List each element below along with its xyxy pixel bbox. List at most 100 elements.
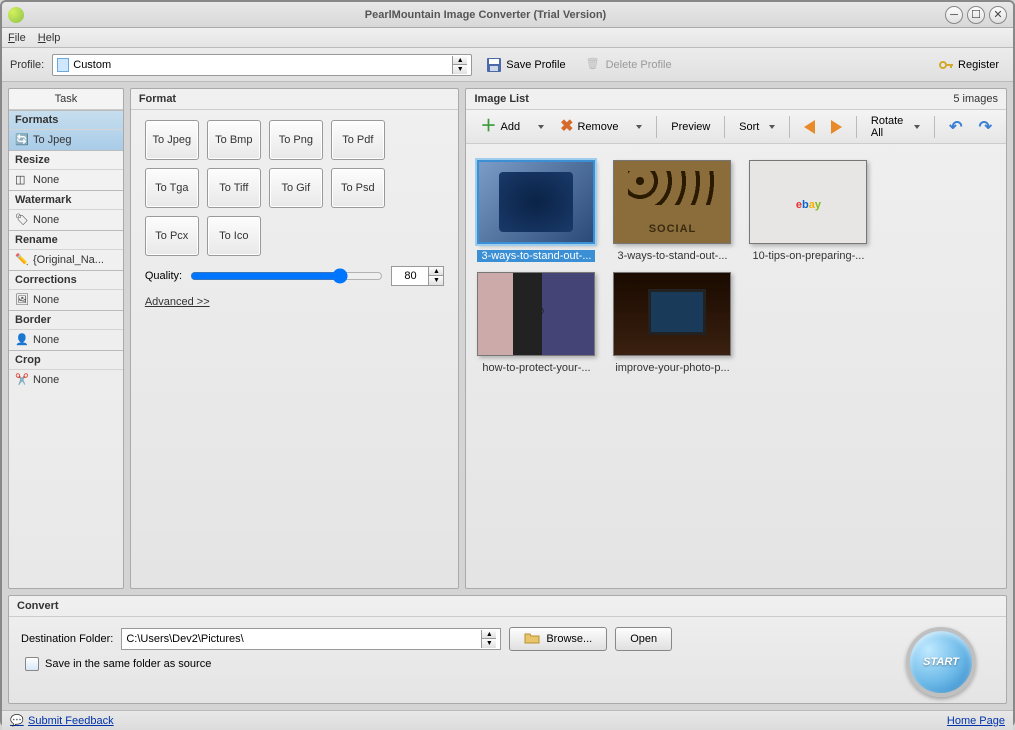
close-button[interactable]: ✕ (989, 6, 1007, 24)
feedback-label: Submit Feedback (28, 715, 114, 727)
window-title: PearlMountain Image Converter (Trial Ver… (30, 9, 941, 21)
task-icon: 🖼 (15, 293, 29, 307)
save-icon (486, 57, 502, 73)
register-button[interactable]: Register (932, 54, 1005, 76)
quality-slider[interactable] (190, 268, 383, 284)
feedback-icon: 💬 (10, 714, 24, 728)
rotate-left-icon: ↶ (949, 117, 962, 137)
preview-label: Preview (671, 121, 710, 133)
quality-input[interactable] (392, 267, 428, 285)
chevron-down-icon (636, 125, 642, 129)
delete-profile-label: Delete Profile (606, 59, 672, 71)
format-button-to-jpeg[interactable]: To Jpeg (145, 120, 199, 160)
save-profile-button[interactable]: Save Profile (480, 54, 571, 76)
format-button-to-pcx[interactable]: To Pcx (145, 216, 199, 256)
task-title: Task (9, 89, 123, 110)
title-bar: PearlMountain Image Converter (Trial Ver… (2, 2, 1013, 28)
format-button-to-pdf[interactable]: To Pdf (331, 120, 385, 160)
browse-label: Browse... (546, 633, 592, 645)
task-section-crop[interactable]: Crop ✂️None (9, 350, 123, 390)
home-page-link[interactable]: Home Page (947, 715, 1005, 727)
menu-bar: File Help (2, 28, 1013, 48)
task-icon: 🔄 (15, 133, 29, 147)
profile-down[interactable]: ▼ (453, 65, 467, 74)
profile-up[interactable]: ▲ (453, 56, 467, 65)
thumbnail-grid: 3-ways-to-stand-out-... 3-ways-to-stand-… (476, 160, 996, 374)
task-section-formats[interactable]: Formats 🔄To Jpeg (9, 110, 123, 150)
quality-up[interactable]: ▲ (429, 267, 443, 276)
convert-title: Convert (9, 596, 1006, 617)
thumbnail-label: 3-ways-to-stand-out-... (477, 250, 595, 262)
dest-up[interactable]: ▲ (482, 630, 496, 639)
add-label: Add (501, 121, 521, 133)
task-section-border[interactable]: Border 👤None (9, 310, 123, 350)
destination-value: C:\Users\Dev2\Pictures\ (126, 633, 243, 645)
format-button-to-psd[interactable]: To Psd (331, 168, 385, 208)
format-button-to-png[interactable]: To Png (269, 120, 323, 160)
task-icon: 👤 (15, 333, 29, 347)
profile-select[interactable]: Custom ▲▼ (52, 54, 472, 76)
destination-input[interactable]: C:\Users\Dev2\Pictures\ ▲▼ (121, 628, 501, 650)
image-list-panel: Image List 5 images ＋Add ✖Remove Preview… (465, 88, 1007, 589)
browse-button[interactable]: Browse... (509, 627, 607, 651)
profile-toolbar: Profile: Custom ▲▼ Save Profile 🗑 Delete… (2, 48, 1013, 82)
x-icon: ✖ (560, 120, 573, 134)
remove-dropdown[interactable] (628, 115, 648, 139)
remove-label: Remove (577, 121, 618, 133)
quality-label: Quality: (145, 270, 182, 282)
preview-button[interactable]: Preview (665, 115, 716, 139)
sort-label: Sort (739, 121, 759, 133)
start-button[interactable]: START (906, 627, 976, 697)
same-folder-checkbox[interactable] (25, 657, 39, 671)
thumbnail-image (613, 272, 731, 356)
task-header: Watermark (9, 191, 123, 210)
thumbnail[interactable]: ebay 10-tips-on-preparing-... (748, 160, 868, 262)
rotate-left-button[interactable]: ↶ (943, 115, 968, 139)
arrow-left-icon (804, 120, 815, 134)
task-section-corrections[interactable]: Corrections 🖼None (9, 270, 123, 310)
task-icon: ◫ (15, 173, 29, 187)
menu-help[interactable]: Help (38, 32, 61, 44)
quality-down[interactable]: ▼ (429, 276, 443, 285)
image-count: 5 images (953, 93, 998, 105)
task-section-rename[interactable]: Rename ✏️{Original_Na... (9, 230, 123, 270)
next-image-button[interactable] (825, 115, 848, 139)
prev-image-button[interactable] (798, 115, 821, 139)
task-value: 👤None (9, 330, 123, 350)
rotate-right-button[interactable]: ↷ (973, 115, 998, 139)
maximize-button[interactable]: ☐ (967, 6, 985, 24)
submit-feedback-link[interactable]: 💬 Submit Feedback (10, 714, 114, 728)
task-icon: 🏷 (15, 213, 29, 227)
thumbnail[interactable]: 3-ways-to-stand-out-... (476, 160, 596, 262)
advanced-link[interactable]: Advanced >> (145, 296, 445, 308)
format-button-to-tiff[interactable]: To Tiff (207, 168, 261, 208)
add-button[interactable]: ＋Add (474, 115, 526, 139)
task-sidebar: Task Formats 🔄To JpegResize ◫NoneWaterma… (8, 88, 124, 589)
arrow-right-icon (831, 120, 842, 134)
task-section-resize[interactable]: Resize ◫None (9, 150, 123, 190)
format-title: Format (131, 89, 459, 110)
remove-button[interactable]: ✖ Remove (554, 115, 624, 139)
rotate-all-button[interactable]: Rotate All (865, 115, 927, 139)
image-list-toolbar: ＋Add ✖ Remove Preview Sort Rotate All ↶ ↷ (466, 110, 1006, 144)
format-button-to-bmp[interactable]: To Bmp (207, 120, 261, 160)
menu-file[interactable]: File (8, 32, 26, 44)
chevron-down-icon (769, 125, 775, 129)
thumbnail[interactable]: 3-ways-to-stand-out-... (612, 160, 732, 262)
thumbnail[interactable]: improve-your-photo-p... (612, 272, 732, 374)
start-label: START (923, 656, 959, 668)
format-button-to-ico[interactable]: To Ico (207, 216, 261, 256)
minimize-button[interactable]: ─ (945, 6, 963, 24)
add-dropdown[interactable] (530, 115, 550, 139)
sort-button[interactable]: Sort (733, 115, 781, 139)
thumbnail-label: how-to-protect-your-... (477, 362, 595, 374)
dest-down[interactable]: ▼ (482, 639, 496, 648)
thumbnail[interactable]: how-to-protect-your-... (476, 272, 596, 374)
task-header: Corrections (9, 271, 123, 290)
format-button-to-tga[interactable]: To Tga (145, 168, 199, 208)
open-button[interactable]: Open (615, 627, 672, 651)
format-button-to-gif[interactable]: To Gif (269, 168, 323, 208)
task-section-watermark[interactable]: Watermark 🏷None (9, 190, 123, 230)
task-header: Rename (9, 231, 123, 250)
status-bar: 💬 Submit Feedback Home Page (2, 710, 1013, 730)
